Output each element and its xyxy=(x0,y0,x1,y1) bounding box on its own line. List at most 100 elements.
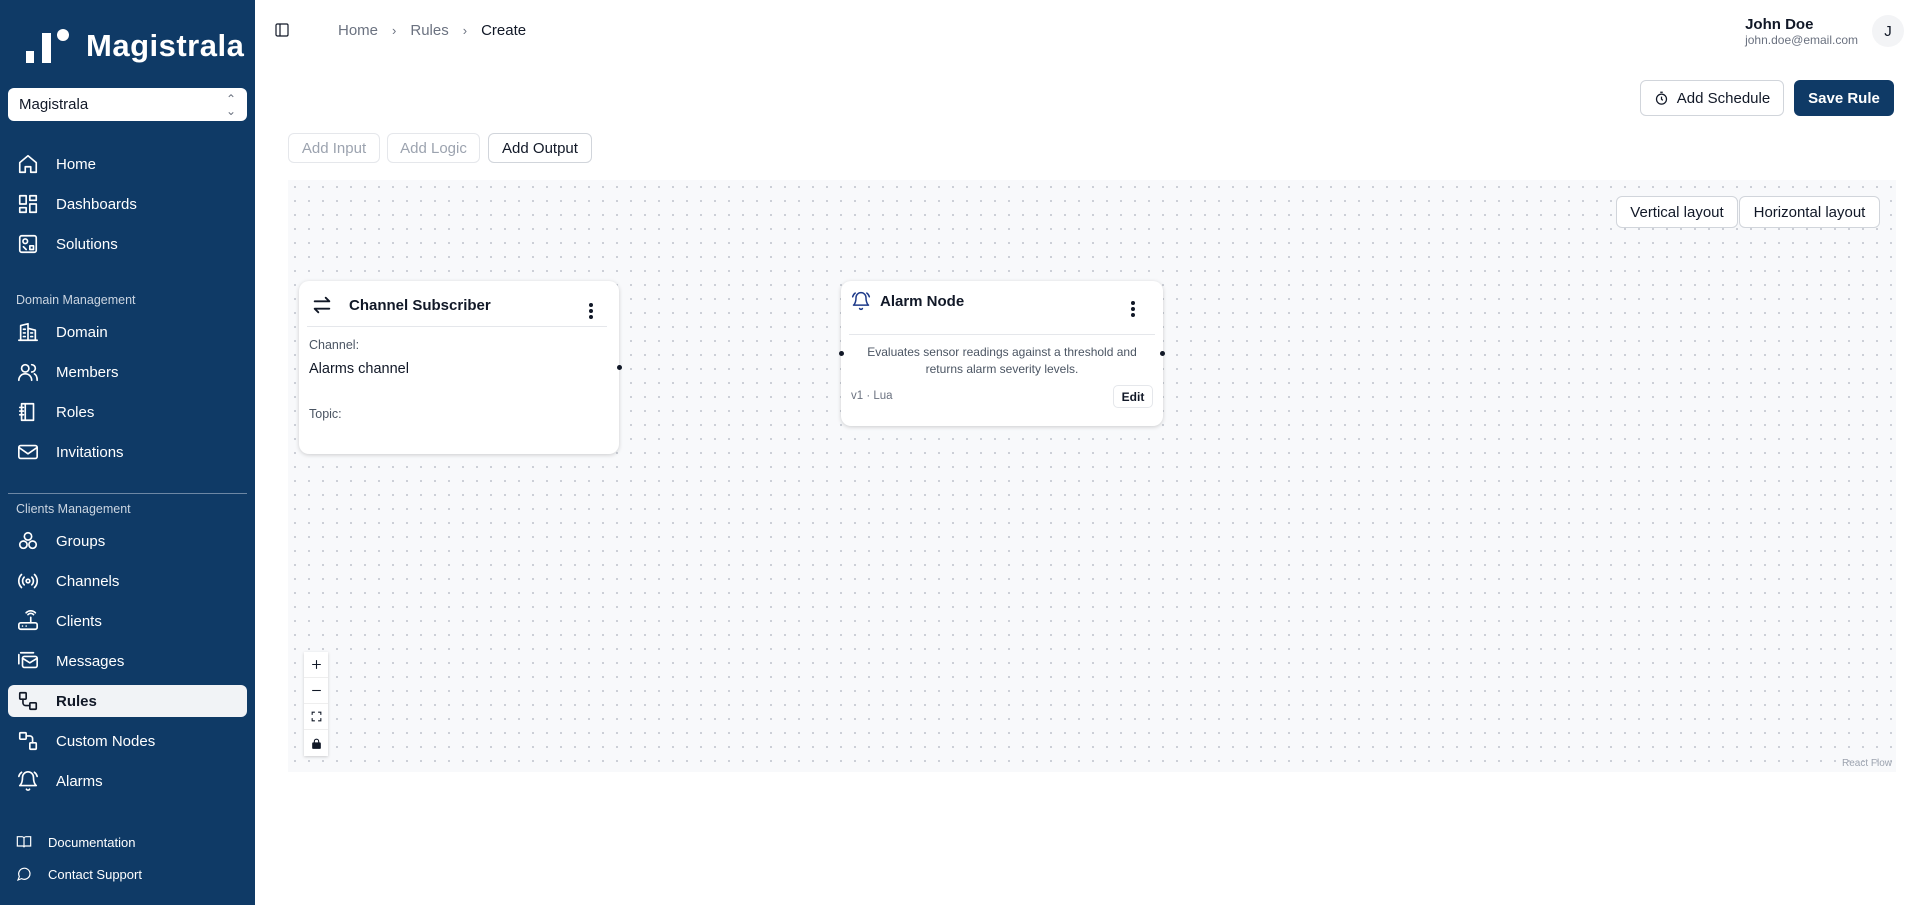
avatar[interactable]: J xyxy=(1872,15,1904,47)
save-rule-button[interactable]: Save Rule xyxy=(1794,80,1894,116)
sidebar-item-invitations[interactable]: Invitations xyxy=(8,436,247,468)
add-input-button[interactable]: Add Input xyxy=(288,133,380,163)
breadcrumb-rules[interactable]: Rules xyxy=(410,22,448,39)
node-menu-icon[interactable] xyxy=(1131,301,1135,319)
output-handle[interactable] xyxy=(617,365,622,370)
output-handle[interactable] xyxy=(1160,351,1165,356)
sidebar-item-label: Messages xyxy=(56,652,125,670)
vertical-layout-button[interactable]: Vertical layout xyxy=(1616,196,1738,228)
react-flow-attribution[interactable]: React Flow xyxy=(1842,758,1892,769)
sidebar-item-roles[interactable]: Roles xyxy=(8,396,247,428)
sidebar-item-messages[interactable]: Messages xyxy=(8,645,247,677)
logo-icon xyxy=(26,29,72,63)
sidebar-item-groups[interactable]: Groups xyxy=(8,525,247,557)
fit-view-icon xyxy=(311,711,321,722)
fit-view-button[interactable] xyxy=(304,704,328,730)
sidebar-item-label: Channels xyxy=(56,572,120,590)
timer-icon xyxy=(1655,91,1667,105)
alarm-node[interactable]: Alarm Node Evaluates sensor readings aga… xyxy=(839,281,1165,426)
lock-icon xyxy=(311,738,321,749)
mail-stack-icon xyxy=(16,649,40,673)
custom-nodes-icon xyxy=(16,729,40,753)
node-divider xyxy=(849,334,1155,335)
sidebar-item-solutions[interactable]: Solutions xyxy=(8,228,247,260)
sidebar-item-home[interactable]: Home xyxy=(8,148,247,180)
node-title: Alarm Node xyxy=(880,292,965,310)
users-icon xyxy=(16,360,40,384)
message-circle-icon xyxy=(16,867,31,882)
solutions-icon xyxy=(16,232,40,256)
bell-icon xyxy=(16,769,40,793)
book-open-icon xyxy=(16,836,32,848)
breadcrumb-current: Create xyxy=(481,22,527,39)
sidebar-item-label: Dashboards xyxy=(56,195,137,213)
sidebar-divider xyxy=(8,493,247,494)
home-icon xyxy=(16,152,40,176)
contact-support-link[interactable]: Contact Support xyxy=(16,866,142,882)
sidebar-item-label: Custom Nodes xyxy=(56,732,156,750)
minus-icon xyxy=(311,689,321,692)
user-email: john.doe@email.com xyxy=(1745,32,1858,47)
sidebar-item-label: Groups xyxy=(56,532,106,550)
zoom-in-button[interactable] xyxy=(304,652,328,678)
breadcrumb: Home › Rules › Create xyxy=(338,22,526,39)
input-handle[interactable] xyxy=(839,351,844,356)
zoom-controls xyxy=(304,652,328,756)
sidebar-item-rules[interactable]: Rules xyxy=(8,685,247,717)
node-divider xyxy=(307,326,607,327)
add-schedule-label: Add Schedule xyxy=(1676,89,1771,107)
user-menu[interactable]: John Doe john.doe@email.com J xyxy=(1745,15,1904,47)
sidebar-item-label: Solutions xyxy=(56,235,118,253)
sidebar-item-custom-nodes[interactable]: Custom Nodes xyxy=(8,725,247,757)
topic-label: Topic: xyxy=(309,407,342,421)
user-name: John Doe xyxy=(1745,15,1814,33)
node-title: Channel Subscriber xyxy=(349,296,491,314)
node-header: Alarm Node xyxy=(851,291,964,311)
save-rule-label: Save Rule xyxy=(1808,89,1880,107)
sidebar-item-dashboards[interactable]: Dashboards xyxy=(8,188,247,220)
add-logic-button[interactable]: Add Logic xyxy=(387,133,480,163)
user-info: John Doe john.doe@email.com xyxy=(1745,17,1858,46)
sidebar-item-label: Rules xyxy=(56,692,97,710)
dashboard-icon xyxy=(16,192,40,216)
book-icon xyxy=(16,400,40,424)
sidebar-item-alarms[interactable]: Alarms xyxy=(8,765,247,797)
edit-node-button[interactable]: Edit xyxy=(1113,385,1153,408)
brand-name: Magistrala xyxy=(86,28,245,63)
horizontal-layout-button[interactable]: Horizontal layout xyxy=(1739,196,1880,228)
bell-ring-icon xyxy=(851,291,871,311)
add-schedule-button[interactable]: Add Schedule xyxy=(1640,80,1784,116)
arrows-exchange-icon xyxy=(311,294,333,316)
add-output-button[interactable]: Add Output xyxy=(488,133,592,163)
mail-icon xyxy=(16,440,40,464)
node-version: v1 · Lua xyxy=(851,390,893,402)
domain-selector-value: Magistrala xyxy=(19,96,89,113)
sidebar-item-members[interactable]: Members xyxy=(8,356,247,388)
documentation-link[interactable]: Documentation xyxy=(16,834,135,850)
flow-canvas[interactable]: Vertical layout Horizontal layout Channe… xyxy=(288,180,1896,772)
sidebar-item-channels[interactable]: Channels xyxy=(8,565,247,597)
node-header: Channel Subscriber xyxy=(311,294,491,316)
zoom-out-button[interactable] xyxy=(304,678,328,704)
breadcrumb-home[interactable]: Home xyxy=(338,22,378,39)
domain-selector[interactable]: Magistrala ⌃ ⌄ xyxy=(8,88,247,121)
add-logic-label: Add Logic xyxy=(400,139,467,157)
sidebar-item-label: Clients xyxy=(56,612,102,630)
panel-left-icon xyxy=(275,23,289,37)
channel-subscriber-node[interactable]: Channel Subscriber Channel: Alarms chann… xyxy=(299,281,622,454)
sidebar-item-clients[interactable]: Clients xyxy=(8,605,247,637)
channel-value: Alarms channel xyxy=(309,361,409,377)
toggle-sidebar-button[interactable] xyxy=(274,22,290,38)
chevron-right-icon: › xyxy=(392,23,397,38)
channel-label: Channel: xyxy=(309,338,360,352)
sidebar-item-domain[interactable]: Domain xyxy=(8,316,247,348)
lock-button[interactable] xyxy=(304,730,328,756)
node-menu-icon[interactable] xyxy=(589,303,593,321)
building-icon xyxy=(16,320,40,344)
sidebar-item-label: Members xyxy=(56,363,119,381)
router-icon xyxy=(16,609,40,633)
node-description: Evaluates sensor readings against a thre… xyxy=(867,345,1137,376)
brand-logo[interactable]: Magistrala xyxy=(26,28,244,64)
groups-icon xyxy=(16,529,40,553)
sidebar-item-label: Roles xyxy=(56,403,95,421)
